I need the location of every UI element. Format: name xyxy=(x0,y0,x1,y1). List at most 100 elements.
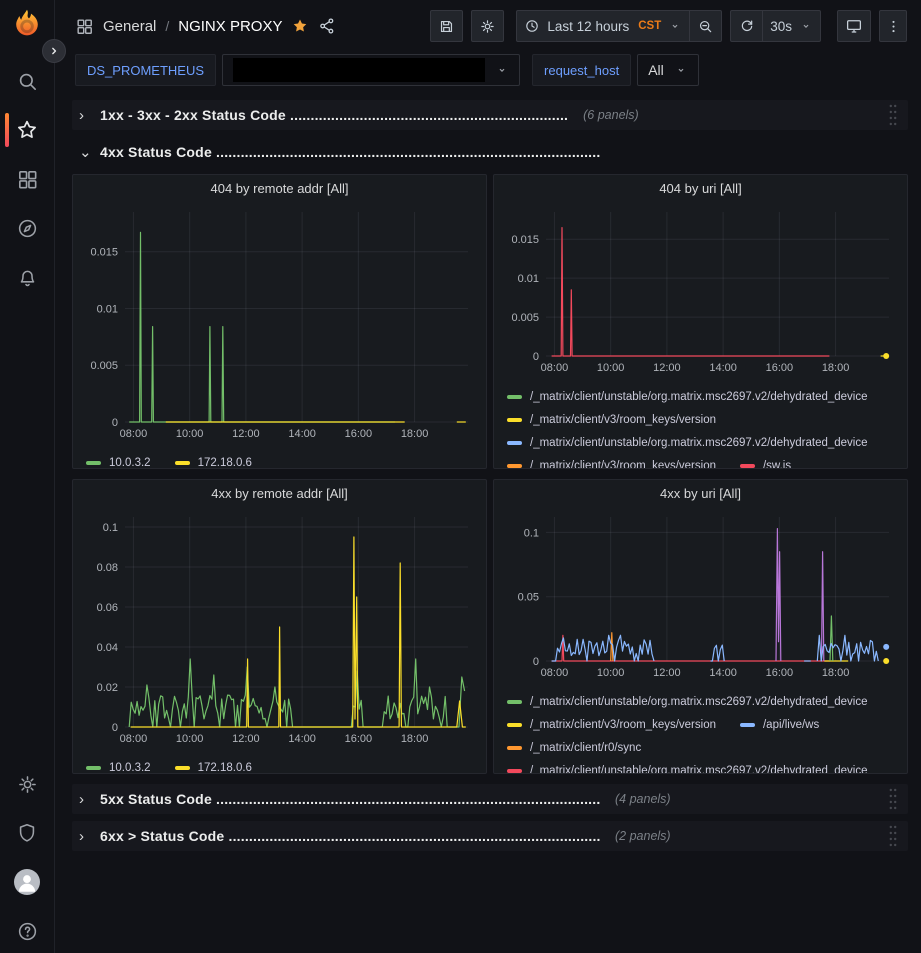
row-panel-count: (6 panels) xyxy=(583,108,639,122)
panel-4xx-by-uri-all-: 4xx by uri [All]08:0010:0012:0014:0016:0… xyxy=(493,479,908,774)
sidebar xyxy=(0,0,55,953)
variables-submenu: DS_PROMETHEUS request_host All xyxy=(55,52,921,94)
sidebar-item-profile[interactable] xyxy=(13,868,41,896)
sidebar-item-alerting[interactable] xyxy=(13,263,41,291)
legend-item[interactable]: /api/live/ws xyxy=(740,719,819,731)
panel-title[interactable]: 4xx by uri [All] xyxy=(494,480,907,507)
svg-text:12:00: 12:00 xyxy=(232,733,260,745)
legend-item[interactable]: /sw.js xyxy=(740,460,791,469)
row-1xx-3xx-2xx[interactable]: › 1xx - 3xx - 2xx Status Code ..........… xyxy=(72,100,908,130)
time-series-chart[interactable]: 08:0010:0012:0014:0016:0018:0000.0050.01… xyxy=(81,202,480,442)
svg-text:0.01: 0.01 xyxy=(97,303,118,315)
row-6xx[interactable]: › 6xx > Status Code ....................… xyxy=(72,821,908,851)
legend-item[interactable]: /_matrix/client/unstable/org.matrix.msc2… xyxy=(507,391,868,403)
legend-item[interactable]: /_matrix/client/v3/room_keys/version xyxy=(507,414,716,426)
panel-title[interactable]: 4xx by remote addr [All] xyxy=(73,480,486,507)
time-series-chart[interactable]: 08:0010:0012:0014:0016:0018:0000.050.1 xyxy=(502,507,901,681)
drag-handle-icon[interactable] xyxy=(888,787,898,811)
svg-text:0: 0 xyxy=(533,656,539,668)
refresh-button[interactable] xyxy=(730,10,762,42)
gear-icon xyxy=(16,773,39,796)
drag-handle-icon[interactable] xyxy=(888,103,898,127)
row-5xx[interactable]: › 5xx Status Code ......................… xyxy=(72,784,908,814)
grafana-logo-icon[interactable] xyxy=(9,7,45,43)
svg-text:08:00: 08:00 xyxy=(120,733,148,745)
legend-item[interactable]: 10.0.3.2 xyxy=(86,457,151,469)
variable-value-dropdown[interactable] xyxy=(222,54,520,86)
sidebar-item-configuration[interactable] xyxy=(13,770,41,798)
sidebar-item-dashboards[interactable] xyxy=(13,165,41,193)
chevron-down-icon xyxy=(799,19,813,33)
legend-series-label: 172.18.0.6 xyxy=(198,762,252,774)
time-range-picker[interactable]: Last 12 hours CST xyxy=(516,10,689,42)
variable-value-dropdown[interactable]: All xyxy=(637,54,699,86)
star-favorite-icon[interactable] xyxy=(291,17,309,35)
zoom-out-icon xyxy=(697,18,714,35)
sidebar-item-starred[interactable] xyxy=(13,116,41,144)
legend-item[interactable]: /_matrix/client/v3/room_keys/version xyxy=(507,719,716,731)
legend-item[interactable]: /_matrix/client/v3/room_keys/version xyxy=(507,460,716,469)
row-chevron-icon: › xyxy=(79,829,91,844)
svg-text:0.1: 0.1 xyxy=(524,527,539,539)
sidebar-item-search[interactable] xyxy=(13,67,41,95)
legend-item[interactable]: /_matrix/client/r0/sync xyxy=(507,742,641,754)
sidebar-item-explore[interactable] xyxy=(13,214,41,242)
variable-ds-prometheus: DS_PROMETHEUS xyxy=(75,54,520,86)
save-dashboard-button[interactable] xyxy=(430,10,463,42)
legend-series-label: /_matrix/client/v3/room_keys/version xyxy=(530,719,716,731)
grafana-app: General / NGINX PROXY Last 12 hours CST xyxy=(0,0,921,953)
share-icon[interactable] xyxy=(318,17,336,35)
star-outline-icon xyxy=(15,118,39,142)
svg-text:0.005: 0.005 xyxy=(511,312,539,324)
dashboard-settings-button[interactable] xyxy=(471,10,504,42)
drag-handle-icon[interactable] xyxy=(888,824,898,848)
legend-series-color xyxy=(507,746,522,750)
cycle-view-button[interactable] xyxy=(837,10,871,42)
legend-item[interactable]: /_matrix/client/unstable/org.matrix.msc2… xyxy=(507,437,868,449)
timezone-label: CST xyxy=(638,20,661,32)
sidebar-expand-button[interactable] xyxy=(42,39,66,63)
tv-icon xyxy=(845,17,863,35)
time-series-chart[interactable]: 08:0010:0012:0014:0016:0018:0000.0050.01… xyxy=(502,202,901,376)
legend-item[interactable]: 172.18.0.6 xyxy=(175,762,252,774)
row-chevron-icon: › xyxy=(79,792,91,807)
legend-series-color xyxy=(86,766,101,770)
variable-label[interactable]: DS_PROMETHEUS xyxy=(75,54,216,86)
redacted-value xyxy=(233,58,485,82)
legend-series-color xyxy=(507,464,522,468)
svg-text:12:00: 12:00 xyxy=(653,362,681,374)
row-title: 5xx Status Code xyxy=(100,791,212,807)
variable-label[interactable]: request_host xyxy=(532,54,631,86)
sidebar-item-server-admin[interactable] xyxy=(13,819,41,847)
svg-text:10:00: 10:00 xyxy=(176,733,204,745)
svg-text:08:00: 08:00 xyxy=(541,362,569,374)
legend-series-color xyxy=(507,395,522,399)
sidebar-item-help[interactable] xyxy=(13,917,41,945)
dashboard-canvas: › 1xx - 3xx - 2xx Status Code ..........… xyxy=(55,94,921,953)
legend-series-label: /_matrix/client/unstable/org.matrix.msc2… xyxy=(530,765,868,774)
time-controls: Last 12 hours CST xyxy=(516,10,722,42)
chart-area: 08:0010:0012:0014:0016:0018:0000.050.1 xyxy=(494,507,907,686)
legend-item[interactable]: /_matrix/client/unstable/org.matrix.msc2… xyxy=(507,765,868,774)
time-series-chart[interactable]: 08:0010:0012:0014:0016:0018:0000.020.040… xyxy=(81,507,480,747)
legend-item[interactable]: /_matrix/client/unstable/org.matrix.msc2… xyxy=(507,696,868,708)
zoom-out-time-button[interactable] xyxy=(689,10,722,42)
chevron-down-icon xyxy=(668,19,682,33)
svg-text:0.02: 0.02 xyxy=(97,682,118,694)
dashboard-toolbar: General / NGINX PROXY Last 12 hours CST xyxy=(55,0,921,52)
panel-title[interactable]: 404 by remote addr [All] xyxy=(73,175,486,202)
svg-text:18:00: 18:00 xyxy=(822,362,850,374)
refresh-interval-picker[interactable]: 30s xyxy=(762,10,821,42)
breadcrumb-folder[interactable]: General xyxy=(103,18,156,35)
legend-item[interactable]: 10.0.3.2 xyxy=(86,762,151,774)
dashboard-title[interactable]: NGINX PROXY xyxy=(178,18,282,35)
legend-item[interactable]: 172.18.0.6 xyxy=(175,457,252,469)
row-4xx[interactable]: ⌄ 4xx Status Code ......................… xyxy=(72,137,908,167)
more-options-button[interactable] xyxy=(879,10,907,42)
svg-text:14:00: 14:00 xyxy=(709,667,737,679)
panel-title[interactable]: 404 by uri [All] xyxy=(494,175,907,202)
svg-text:0.08: 0.08 xyxy=(97,562,118,574)
time-range-label: Last 12 hours xyxy=(547,19,629,34)
svg-text:0.04: 0.04 xyxy=(97,642,118,654)
save-icon xyxy=(438,18,455,35)
